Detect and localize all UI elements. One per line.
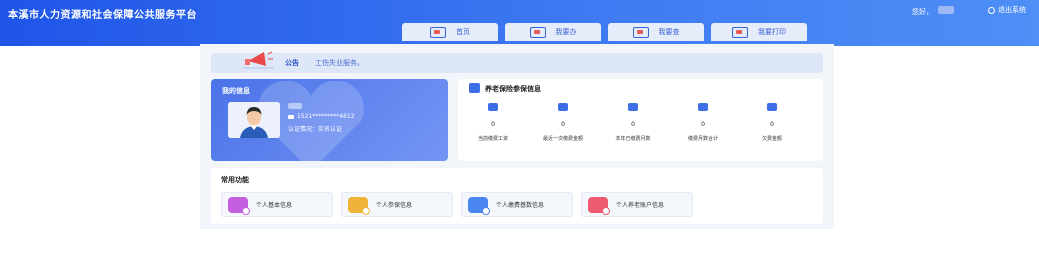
username-redacted <box>938 6 954 14</box>
func-label: 个人参保信息 <box>376 202 413 209</box>
phone-number: 1521*********4612 <box>288 113 355 120</box>
monitor-icon <box>632 26 649 38</box>
notice-text[interactable]: 工伤失业服务。 <box>315 58 364 68</box>
func-label: 个人养老账户信息 <box>616 202 665 209</box>
logout-label: 退出系统 <box>998 6 1026 14</box>
stat-total-months[interactable]: 0 缴费月数合计 <box>668 103 738 153</box>
tab-label: 首页 <box>456 28 470 36</box>
auth-status: 认证情况：实名认证 <box>288 124 342 133</box>
greeting-text: 您好， <box>912 8 933 16</box>
stat-value: 0 <box>770 121 774 128</box>
wallet-icon <box>588 196 610 215</box>
wallet-icon <box>488 103 498 111</box>
monitor-icon <box>732 26 748 38</box>
tab-print[interactable]: 我要打印 <box>711 23 807 41</box>
stat-label: 缴费月数合计 <box>687 136 718 142</box>
tab-label: 我要打印 <box>758 28 786 36</box>
stat-current-wage[interactable]: 0 当前缴费工资 <box>458 103 528 153</box>
monitor-icon <box>529 26 546 38</box>
func-label: 个人基本信息 <box>256 202 293 209</box>
stat-label: 当前缴费工资 <box>477 136 508 142</box>
stat-label: 本年已缴费月数 <box>615 136 651 142</box>
stat-label: 最近一次缴费金额 <box>542 136 583 142</box>
notice-label: 公告 <box>285 59 299 67</box>
func-personal-basic-info[interactable]: 个人基本信息 <box>221 192 333 217</box>
my-info-title: 我的信息 <box>222 87 250 95</box>
auth-value: 实名认证 <box>318 126 343 133</box>
func-insurance-info[interactable]: 个人参保信息 <box>341 192 453 217</box>
tab-query[interactable]: 我要查 <box>608 23 704 41</box>
notice-bar <box>211 53 823 73</box>
func-contribution-base-info[interactable]: 个人缴费基数信息 <box>461 192 573 217</box>
stat-label: 欠费金额 <box>761 136 782 142</box>
document-icon <box>348 196 370 215</box>
stat-value: 0 <box>491 121 495 128</box>
phone-text: 1521*********4612 <box>297 113 355 120</box>
tab-home[interactable]: 首页 <box>402 23 498 41</box>
auth-label: 认证情况： <box>288 126 319 133</box>
checklist-icon <box>698 103 708 111</box>
money-bag-icon <box>558 103 568 111</box>
monitor-icon <box>430 26 446 38</box>
tab-handle[interactable]: 我要办 <box>505 23 601 41</box>
stat-value: 0 <box>631 121 635 128</box>
name-redacted <box>288 103 302 109</box>
app-title: 本溪市人力资源和社会保障公共服务平台 <box>8 10 197 21</box>
card-icon <box>628 103 638 111</box>
coins-icon <box>767 103 777 111</box>
stat-months-this-year[interactable]: 0 本年已缴费月数 <box>598 103 668 153</box>
nav-tabs: 首页 我要办 我要查 我要打印 <box>402 23 807 41</box>
person-card-icon <box>228 196 250 215</box>
avatar <box>228 102 280 138</box>
stat-value: 0 <box>561 121 565 128</box>
list-icon <box>468 196 490 215</box>
stat-arrears[interactable]: 0 欠费金额 <box>737 103 807 153</box>
pension-title: 养老保险参保信息 <box>485 85 541 93</box>
func-label: 个人缴费基数信息 <box>496 202 545 209</box>
power-icon <box>988 6 995 14</box>
func-pension-account-info[interactable]: 个人养老账户信息 <box>581 192 693 217</box>
common-functions-title: 常用功能 <box>221 176 249 184</box>
logout-button[interactable]: 退出系统 <box>988 5 1026 15</box>
stat-last-payment[interactable]: 0 最近一次缴费金额 <box>528 103 598 153</box>
tab-label: 我要办 <box>555 28 577 36</box>
megaphone-icon <box>242 51 274 69</box>
stat-value: 0 <box>701 121 705 128</box>
tab-label: 我要查 <box>658 28 680 36</box>
phone-icon <box>288 114 294 119</box>
pension-title-icon <box>469 83 480 93</box>
